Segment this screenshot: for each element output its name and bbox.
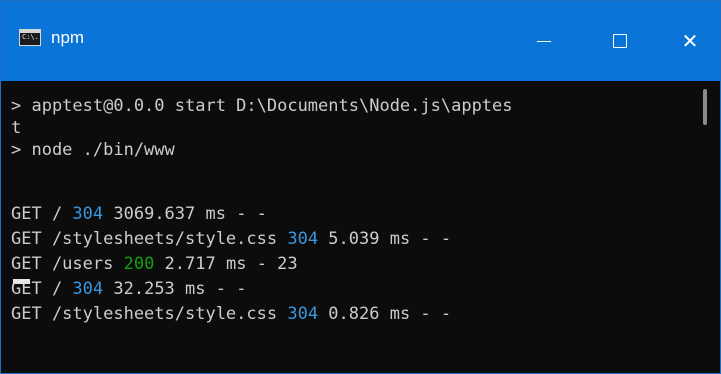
log-timing: 2.717 ms - 23 bbox=[154, 254, 298, 274]
scrollbar-thumb[interactable] bbox=[703, 89, 707, 125]
terminal-window: C:\. npm ✕ > apptest@0.0.0 start D:\Docu… bbox=[0, 0, 721, 374]
status-code: 304 bbox=[72, 279, 104, 299]
prompt-line: > node ./bin/www bbox=[11, 140, 175, 160]
log-timing: 0.826 ms - - bbox=[318, 304, 452, 324]
close-icon: ✕ bbox=[681, 29, 699, 53]
log-line: GET /stylesheets/style.css 304 5.039 ms … bbox=[11, 228, 451, 250]
log-request: GET /stylesheets/style.css bbox=[11, 229, 288, 249]
maximize-button[interactable] bbox=[591, 1, 649, 81]
log-line: GET /stylesheets/style.css 304 0.826 ms … bbox=[11, 303, 451, 325]
close-button[interactable]: ✕ bbox=[661, 1, 719, 81]
log-line: GET / 304 3069.637 ms - - bbox=[11, 203, 267, 225]
log-timing: 3069.637 ms - - bbox=[103, 204, 267, 224]
log-timing: 32.253 ms - - bbox=[103, 279, 247, 299]
status-code: 304 bbox=[287, 229, 319, 249]
status-code: 200 bbox=[123, 254, 155, 274]
log-request: GET /stylesheets/style.css bbox=[11, 304, 288, 324]
log-request: GET /users bbox=[11, 254, 124, 274]
terminal-icon[interactable]: C:\. bbox=[19, 29, 41, 46]
log-line: GET /users 200 2.717 ms - 23 bbox=[11, 253, 298, 275]
log-line: GET / 304 32.253 ms - - bbox=[11, 278, 246, 300]
log-timing: 5.039 ms - - bbox=[318, 229, 452, 249]
vertical-scrollbar[interactable] bbox=[695, 81, 720, 373]
status-code: 304 bbox=[72, 204, 104, 224]
text-cursor bbox=[13, 279, 30, 284]
maximize-icon bbox=[613, 34, 627, 48]
minimize-button[interactable] bbox=[515, 1, 573, 81]
title-bar[interactable]: C:\. npm ✕ bbox=[1, 1, 720, 81]
prompt-line: > apptest@0.0.0 start D:\Documents\Node.… bbox=[11, 96, 513, 116]
console-output[interactable]: > apptest@0.0.0 start D:\Documents\Node.… bbox=[1, 81, 695, 373]
window-title: npm bbox=[51, 28, 85, 47]
minimize-icon bbox=[537, 40, 551, 42]
status-code: 304 bbox=[287, 304, 319, 324]
log-request: GET / bbox=[11, 204, 73, 224]
prompt-line-wrap: t bbox=[11, 118, 22, 138]
